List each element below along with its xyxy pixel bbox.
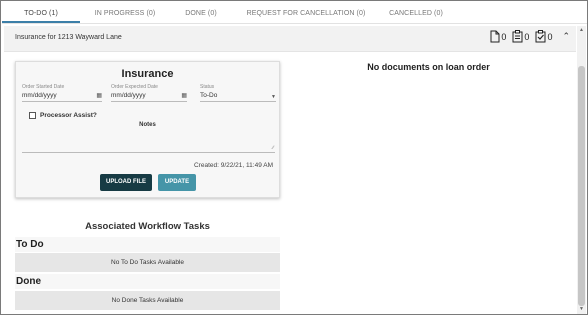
status-select[interactable]: To-Do ▼ [200, 92, 276, 102]
order-expected-date-value: mm/dd/yyyy [111, 92, 146, 99]
todo-section-label: To Do [16, 239, 44, 250]
done-section-label: Done [16, 276, 41, 287]
workflow-tasks-title: Associated Workflow Tasks [85, 221, 210, 232]
processor-assist-label: Processor Assist? [40, 112, 97, 119]
done-empty-message: No Done Tasks Available [15, 291, 280, 310]
tab-to-do[interactable]: TO-DO (1) [2, 2, 80, 23]
calendar-icon[interactable]: ▦ [181, 92, 187, 99]
order-started-date-label: Order Started Date [22, 84, 65, 90]
update-button[interactable]: UPDATE [158, 174, 196, 191]
clipboard-check-count: 0 [535, 30, 552, 43]
app-window: TO-DO (1) IN PROGRESS (0) DONE (0) REQUE… [0, 0, 588, 315]
scrollbar-thumb[interactable] [578, 66, 585, 306]
clipboard-count-value: 0 [524, 31, 530, 42]
processor-assist-row: Processor Assist? [29, 112, 97, 119]
order-expected-date-input[interactable]: mm/dd/yyyy ▦ [111, 92, 187, 102]
document-counts: 0 0 0 ⌃ [490, 30, 570, 43]
notes-label: Notes [139, 122, 156, 128]
tab-cancelled[interactable]: CANCELLED (0) [380, 2, 452, 23]
resize-handle-icon[interactable]: ∕∕ [272, 145, 274, 151]
order-started-date-field: Order Started Date mm/dd/yyyy ▦ [22, 84, 102, 102]
processor-assist-checkbox[interactable] [29, 112, 36, 119]
done-section-header: Done [15, 274, 280, 289]
scroll-down-arrow-icon[interactable]: ▼ [577, 305, 586, 314]
loan-order-title: Insurance for 1213 Wayward Lane [15, 34, 122, 41]
status-value: To-Do [200, 92, 218, 99]
clipboard-check-icon [535, 30, 546, 43]
status-label: Status [200, 84, 215, 90]
chevron-up-icon[interactable]: ⌃ [562, 31, 570, 42]
document-icon [490, 30, 500, 43]
document-count-value: 0 [501, 31, 507, 42]
tab-in-progress[interactable]: IN PROGRESS (0) [80, 2, 170, 23]
created-timestamp: Created: 9/22/21, 11:49 AM [193, 162, 273, 169]
order-card-title: Insurance [121, 68, 174, 80]
order-started-date-input[interactable]: mm/dd/yyyy ▦ [22, 92, 102, 102]
status-tabs: TO-DO (1) IN PROGRESS (0) DONE (0) REQUE… [2, 2, 587, 24]
tab-request-for-cancellation[interactable]: REQUEST FOR CANCELLATION (0) [232, 2, 380, 23]
scroll-up-arrow-icon[interactable]: ▲ [577, 26, 586, 35]
tab-done[interactable]: DONE (0) [170, 2, 232, 23]
no-documents-message: No documents on loan order [367, 62, 490, 72]
upload-file-button[interactable]: UPLOAD FILE [100, 174, 152, 191]
todo-section-header: To Do [15, 237, 280, 252]
notes-textarea[interactable]: ∕∕ [22, 131, 275, 153]
order-started-date-value: mm/dd/yyyy [22, 92, 57, 99]
clipboard-list-icon [512, 30, 523, 43]
status-field: Status To-Do ▼ [200, 84, 276, 102]
order-expected-date-label: Order Expected Date [111, 84, 158, 90]
caret-down-icon[interactable]: ▼ [271, 94, 276, 100]
calendar-icon[interactable]: ▦ [96, 92, 102, 99]
clipboard-check-count-value: 0 [547, 31, 553, 42]
vertical-scrollbar[interactable]: ▲ ▼ [577, 26, 586, 314]
document-count: 0 [490, 30, 506, 43]
clipboard-count: 0 [512, 30, 529, 43]
order-card: Insurance Order Started Date mm/dd/yyyy … [15, 61, 280, 198]
loan-order-header[interactable]: Insurance for 1213 Wayward Lane 0 0 0 ⌃ [4, 26, 576, 52]
todo-empty-message: No To Do Tasks Available [15, 253, 280, 272]
order-expected-date-field: Order Expected Date mm/dd/yyyy ▦ [111, 84, 187, 102]
